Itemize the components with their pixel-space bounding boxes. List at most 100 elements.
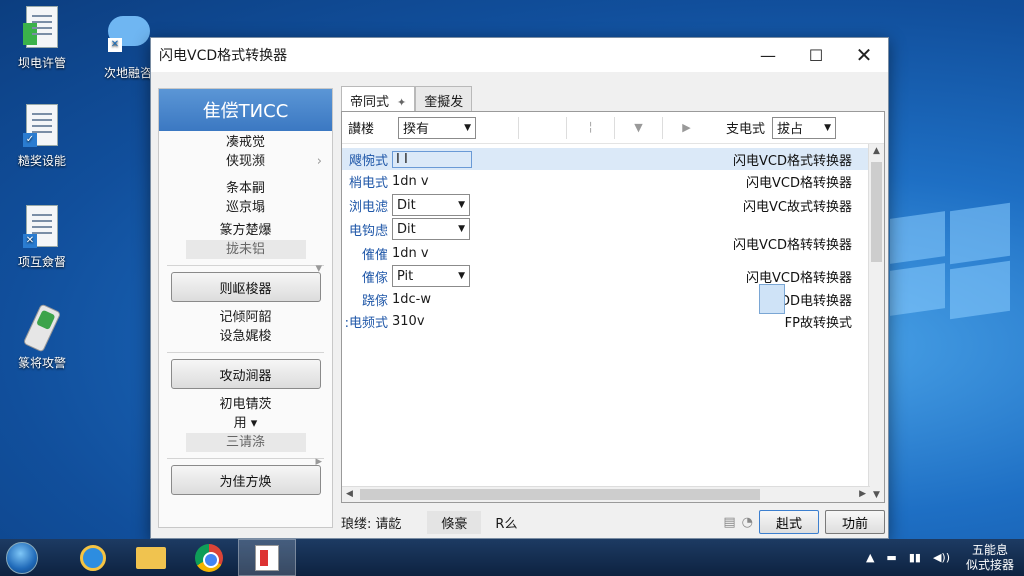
- comment-icon[interactable]: ◔: [742, 515, 753, 530]
- taskbar-explorer[interactable]: [122, 539, 180, 576]
- left-panel-select[interactable]: 拢未铝 ▾: [159, 240, 332, 276]
- filter-icon[interactable]: ▼: [614, 116, 662, 139]
- table-row[interactable]: 浏电滤 Dit ▼ 闪电VC故式转换器: [342, 194, 870, 216]
- toolbar-segment[interactable]: [518, 116, 566, 139]
- horizontal-scrollbar[interactable]: ◀ ▶: [342, 486, 870, 502]
- row-combo[interactable]: Dit ▼: [392, 194, 470, 216]
- volume-icon[interactable]: ◀)): [933, 551, 950, 564]
- left-panel-button-1[interactable]: 则岖梭器: [170, 272, 321, 302]
- ok-button[interactable]: 赳式: [758, 510, 819, 534]
- desktop-icon-5[interactable]: 篆将攻警: [2, 303, 82, 371]
- taskbar-chrome[interactable]: [180, 539, 238, 576]
- left-panel-item[interactable]: 记倾阿韶: [159, 308, 332, 327]
- taskbar: ▲ ▬ ▮▮ ◀)) 五能息 似式接器: [0, 539, 1024, 576]
- chevron-down-icon: ▾: [315, 261, 322, 276]
- table-row[interactable]: 梢电式 1dn v 闪电VCD格转换器: [342, 170, 870, 192]
- left-panel-item[interactable]: 巡京塌: [159, 198, 332, 217]
- table-row[interactable]: 傕傢 Pit ▼ 闪电VCD格转换器: [342, 265, 870, 287]
- vertical-scrollbar[interactable]: ▲ ▼: [868, 144, 884, 502]
- left-panel-item[interactable]: 初电锖茨: [159, 395, 332, 414]
- left-panel-item[interactable]: 条本嗣: [159, 179, 332, 198]
- chevron-down-icon: ▼: [824, 122, 831, 133]
- desktop-icon-label: 坝电许管: [17, 56, 66, 70]
- chrome-icon: [195, 543, 223, 572]
- tab-pin-icon[interactable]: ✦: [397, 96, 406, 109]
- start-button[interactable]: [0, 539, 44, 576]
- tab-1[interactable]: 帝同式 ✦: [341, 86, 416, 111]
- left-panel-item[interactable]: 设急娓梭: [159, 327, 332, 346]
- toolbar: 讃楼 揆有 ▼ ╎ ▼ ▶ 支电式 拔占 ▼: [342, 112, 884, 144]
- left-panel-button-2[interactable]: 攻动涧器: [170, 359, 321, 389]
- status-field-3: R么: [495, 516, 518, 532]
- desktop-icon-label: 糙奖设能: [17, 154, 66, 168]
- left-panel-item[interactable]: 凑戒觉: [159, 133, 332, 152]
- table-row[interactable]: 电钩虑 Dit ▼ 闪电VCD格转转换器: [342, 218, 870, 253]
- status-field-1: 请龁: [375, 516, 402, 532]
- play-icon[interactable]: ▶: [662, 116, 710, 139]
- folder-icon: [136, 546, 166, 569]
- app-icon: [255, 544, 279, 571]
- taskbar-converter[interactable]: [238, 539, 296, 576]
- desktop-icon-3[interactable]: ✓ 糙奖设能: [2, 104, 82, 169]
- table-row[interactable]: 飕惋式 I I 闪电VCD格式转换器: [342, 148, 870, 170]
- cancel-button[interactable]: 功前: [824, 510, 885, 534]
- left-panel: 隹偿ТИСС 凑戒觉 侠现濒 › 条本嗣 巡京塌 篆方楚爆 拢未铝 ▾ 则岖梭器 …: [158, 88, 333, 528]
- scroll-left-icon[interactable]: ◀: [346, 489, 353, 499]
- chevron-right-icon: ▸: [315, 454, 322, 469]
- tab-2[interactable]: 奎擬发: [415, 86, 473, 111]
- left-panel-button-3[interactable]: 为佳方焕: [170, 465, 321, 495]
- scroll-down-icon[interactable]: ▼: [873, 490, 880, 500]
- left-panel-header: 隹偿ТИСС: [159, 89, 332, 131]
- tab-bar: 帝同式 ✦ 奎擬发: [341, 86, 473, 111]
- left-panel-item[interactable]: 篆方楚爆: [159, 221, 332, 240]
- left-panel-dropdown[interactable]: 用 ▾: [159, 414, 332, 433]
- left-panel-select[interactable]: 三请涤 ▸: [159, 433, 332, 469]
- chevron-right-icon: ›: [316, 154, 322, 169]
- scroll-thumb[interactable]: [871, 162, 882, 262]
- maximize-button[interactable]: ☐: [792, 38, 840, 72]
- desktop-icon-label: 项互僉督: [17, 255, 66, 269]
- row-combo[interactable]: Dit ▼: [392, 218, 470, 240]
- chevron-down-icon: ▼: [464, 122, 471, 133]
- windows-orb-icon: [6, 541, 38, 574]
- title-bar[interactable]: 闪电VCD格式转换器 — ☐ ✕: [151, 38, 888, 72]
- status-field-2: 倏豪: [427, 510, 482, 534]
- row-combo[interactable]: Pit ▼: [392, 265, 470, 287]
- system-tray: ▲ ▬ ▮▮ ◀)) 五能息 似式接器: [860, 543, 1024, 573]
- document-icon: ✕: [23, 205, 58, 248]
- flag-icon[interactable]: ▬: [886, 551, 896, 564]
- chevron-down-icon: ▼: [458, 224, 465, 234]
- usb-icon: [22, 303, 62, 353]
- desktop-icon-1[interactable]: 坝电许管: [2, 6, 82, 71]
- status-label: 琅缕:: [341, 516, 372, 532]
- document-icon: [23, 6, 58, 48]
- chevron-down-icon: ▼: [458, 271, 465, 281]
- cloud-icon: ✕: [108, 16, 150, 52]
- taskbar-ie[interactable]: [64, 539, 122, 576]
- desktop-icon-label: 篆将攻警: [17, 356, 66, 370]
- show-hidden-icon[interactable]: ▲: [866, 551, 874, 564]
- print-icon[interactable]: ▤: [723, 515, 735, 530]
- close-button[interactable]: ✕: [840, 38, 888, 72]
- left-panel-item[interactable]: 侠现濒 ›: [159, 152, 332, 171]
- toolbar-right-label: 支电式: [726, 122, 766, 137]
- table-row[interactable]: 跷傢 1dc-w DD电转换器: [342, 288, 870, 310]
- clock[interactable]: 五能息 似式接器: [956, 543, 1024, 573]
- minimize-button[interactable]: —: [744, 38, 792, 72]
- desktop-icon-4[interactable]: ✕ 项互僉督: [2, 205, 82, 270]
- main-panel: 讃楼 揆有 ▼ ╎ ▼ ▶ 支电式 拔占 ▼ 飕惋式 I I 闪电VCD格式转换器 …: [341, 111, 885, 503]
- right-combo[interactable]: 拔占 ▼: [772, 116, 836, 139]
- table-row[interactable]: :电频式 310v FP故转换式: [342, 310, 870, 332]
- status-bar: 琅缕: 请龁 倏豪 R么 ▤ ◔ 赳式 功前: [341, 510, 885, 534]
- ie-icon: [80, 544, 106, 571]
- scroll-up-icon[interactable]: ▲: [873, 146, 880, 156]
- window-title: 闪电VCD格式转换器: [159, 48, 288, 64]
- network-icon[interactable]: ▮▮: [909, 551, 921, 564]
- toolbar-segment[interactable]: ╎: [566, 116, 614, 139]
- scroll-right-icon[interactable]: ▶: [859, 489, 866, 499]
- table-row[interactable]: 傕傕 1dn v: [342, 242, 870, 264]
- file-icon: [759, 284, 785, 314]
- document-icon: ✓: [23, 104, 58, 147]
- scroll-thumb[interactable]: [360, 489, 760, 500]
- format-combo[interactable]: 揆有 ▼: [398, 116, 476, 139]
